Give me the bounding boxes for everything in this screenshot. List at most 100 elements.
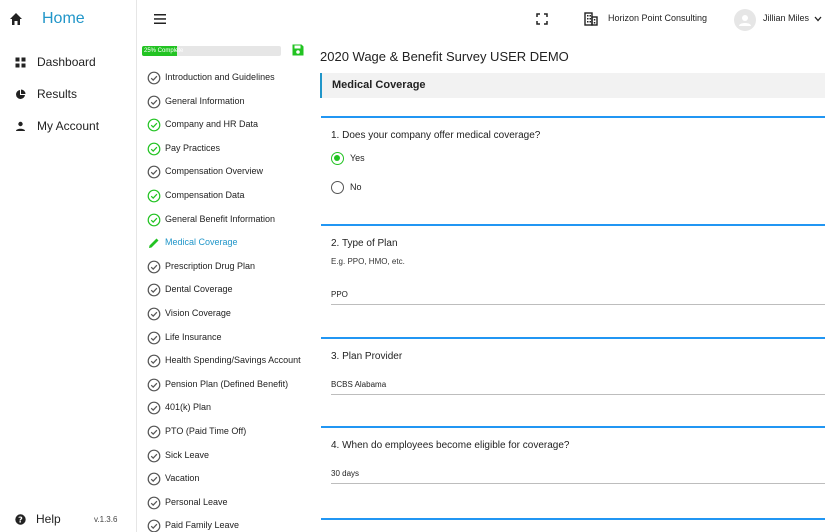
section-item[interactable]: 401(k) Plan [138, 398, 310, 418]
building-icon [584, 12, 598, 26]
section-item-label: Vacation [165, 473, 200, 484]
section-item[interactable]: General Benefit Information [138, 210, 310, 230]
check-circle-icon [147, 71, 161, 85]
section-item[interactable]: Vision Coverage [138, 304, 310, 324]
section-item[interactable]: Pay Practices [138, 139, 310, 159]
section-item[interactable]: Personal Leave [138, 493, 310, 513]
section-item-label: Dental Coverage [165, 284, 233, 295]
check-circle-icon [147, 95, 161, 108]
input-underline [331, 304, 825, 305]
section-item[interactable]: Introduction and Guidelines [138, 68, 310, 88]
check-circle-icon [147, 307, 161, 321]
section-item-label: Pension Plan (Defined Benefit) [165, 378, 289, 389]
question-title: 2. Type of Plan [331, 238, 398, 249]
survey-title: 2020 Wage & Benefit Survey USER DEMO [320, 49, 569, 64]
nav-home[interactable]: Home [0, 0, 137, 40]
section-item[interactable]: Compensation Data [138, 186, 310, 206]
menu-icon[interactable] [154, 14, 166, 24]
left-nav: Home Dashboard Results My Account ? Help… [0, 0, 137, 532]
nav-item-dashboard[interactable]: Dashboard [0, 51, 137, 73]
section-header: Medical Coverage [320, 73, 825, 98]
version-label: v.1.3.6 [94, 515, 118, 524]
save-icon[interactable] [292, 44, 304, 56]
section-item[interactable]: Dental Coverage [138, 280, 310, 300]
section-item[interactable]: PTO (Paid Time Off) [138, 422, 310, 442]
radio-no[interactable] [331, 181, 344, 194]
section-item-label: Health Spending/Savings Account [165, 355, 301, 366]
check-circle-icon [147, 354, 161, 368]
section-item[interactable]: Medical Coverage [138, 233, 310, 253]
check-circle-icon [147, 331, 161, 344]
check-circle-complete-icon [147, 213, 161, 226]
section-item[interactable]: Prescription Drug Plan [138, 257, 310, 277]
check-circle-icon [147, 260, 161, 274]
section-item-label: 401(k) Plan [165, 402, 212, 413]
check-circle-icon [147, 401, 161, 415]
person-icon [16, 121, 25, 131]
radio-no-label[interactable]: No [350, 182, 362, 192]
top-bar: Horizon Point Consulting Jillian Miles [138, 0, 825, 40]
section-item[interactable]: Health Spending/Savings Account [138, 351, 310, 371]
check-circle-icon [147, 519, 161, 532]
section-item[interactable]: General Information [138, 92, 310, 112]
section-item-label: Vision Coverage [165, 308, 231, 318]
nav-item-label: Results [37, 87, 78, 101]
question-title: 3. Plan Provider [331, 351, 403, 362]
question-card-1: 1. Does your company offer medical cover… [321, 116, 825, 228]
section-item-label: PTO (Paid Time Off) [165, 426, 247, 436]
section-item[interactable]: Sick Leave [138, 446, 310, 466]
progress-bar: 25% Complete [142, 46, 281, 56]
section-item[interactable]: Pension Plan (Defined Benefit) [138, 375, 310, 395]
plan-type-input[interactable]: PPO [331, 290, 348, 299]
question-card-2: 2. Type of Plan E.g. PPO, HMO, etc. PPO [321, 224, 825, 336]
check-circle-icon [147, 283, 161, 297]
company-name[interactable]: Horizon Point Consulting [608, 13, 707, 23]
chevron-down-icon[interactable] [814, 16, 822, 22]
section-item-label: Medical Coverage [165, 237, 238, 248]
nav-item-label: My Account [37, 119, 100, 133]
section-item-label: Company and HR Data [165, 119, 259, 130]
svg-text:?: ? [18, 516, 23, 525]
nav-item-results[interactable]: Results [0, 83, 137, 105]
input-underline [331, 483, 825, 484]
home-icon [10, 13, 22, 25]
section-item[interactable]: Life Insurance [138, 328, 310, 348]
section-item[interactable]: Vacation [138, 469, 310, 489]
user-name[interactable]: Jillian Miles [763, 13, 809, 23]
section-item[interactable]: Company and HR Data [138, 115, 310, 135]
main-content: 2020 Wage & Benefit Survey USER DEMO Med… [310, 40, 825, 532]
question-card-3: 3. Plan Provider BCBS Alabama [321, 337, 825, 429]
section-item[interactable]: Paid Family Leave [138, 516, 310, 532]
check-circle-icon [147, 472, 161, 486]
avatar[interactable] [734, 9, 756, 31]
question-hint: E.g. PPO, HMO, etc. [331, 257, 405, 266]
eligibility-input[interactable]: 30 days [331, 469, 359, 478]
nav-item-my-account[interactable]: My Account [0, 115, 137, 137]
question-card-5 [321, 518, 825, 532]
check-circle-icon [147, 425, 161, 439]
section-item-label: Life Insurance [165, 331, 222, 342]
question-title: 1. Does your company offer medical cover… [331, 130, 541, 141]
radio-yes-label[interactable]: Yes [350, 153, 365, 163]
check-circle-icon [147, 378, 161, 392]
nav-help-label: Help [36, 512, 61, 526]
question-card-4: 4. When do employees become eligible for… [321, 426, 825, 496]
nav-home-label: Home [42, 10, 85, 27]
section-item-label: Personal Leave [165, 496, 228, 507]
help-icon: ? [15, 514, 26, 525]
check-circle-icon [147, 496, 161, 510]
section-item-label: Compensation Data [165, 190, 245, 200]
radio-yes[interactable] [331, 152, 344, 165]
check-circle-icon [147, 449, 161, 462]
section-item-label: Paid Family Leave [165, 520, 240, 531]
nav-item-label: Dashboard [37, 55, 96, 69]
section-sidebar: 25% Complete Introduction and Guidelines… [138, 40, 310, 532]
question-title: 4. When do employees become eligible for… [331, 440, 570, 451]
fullscreen-icon[interactable] [536, 13, 548, 25]
check-circle-complete-icon [147, 118, 161, 132]
plan-provider-input[interactable]: BCBS Alabama [331, 380, 386, 389]
nav-help[interactable]: ? Help v.1.3.6 [0, 510, 137, 530]
section-item-label: Pay Practices [165, 142, 221, 153]
section-item[interactable]: Compensation Overview [138, 162, 310, 182]
section-item-label: Prescription Drug Plan [165, 260, 256, 271]
